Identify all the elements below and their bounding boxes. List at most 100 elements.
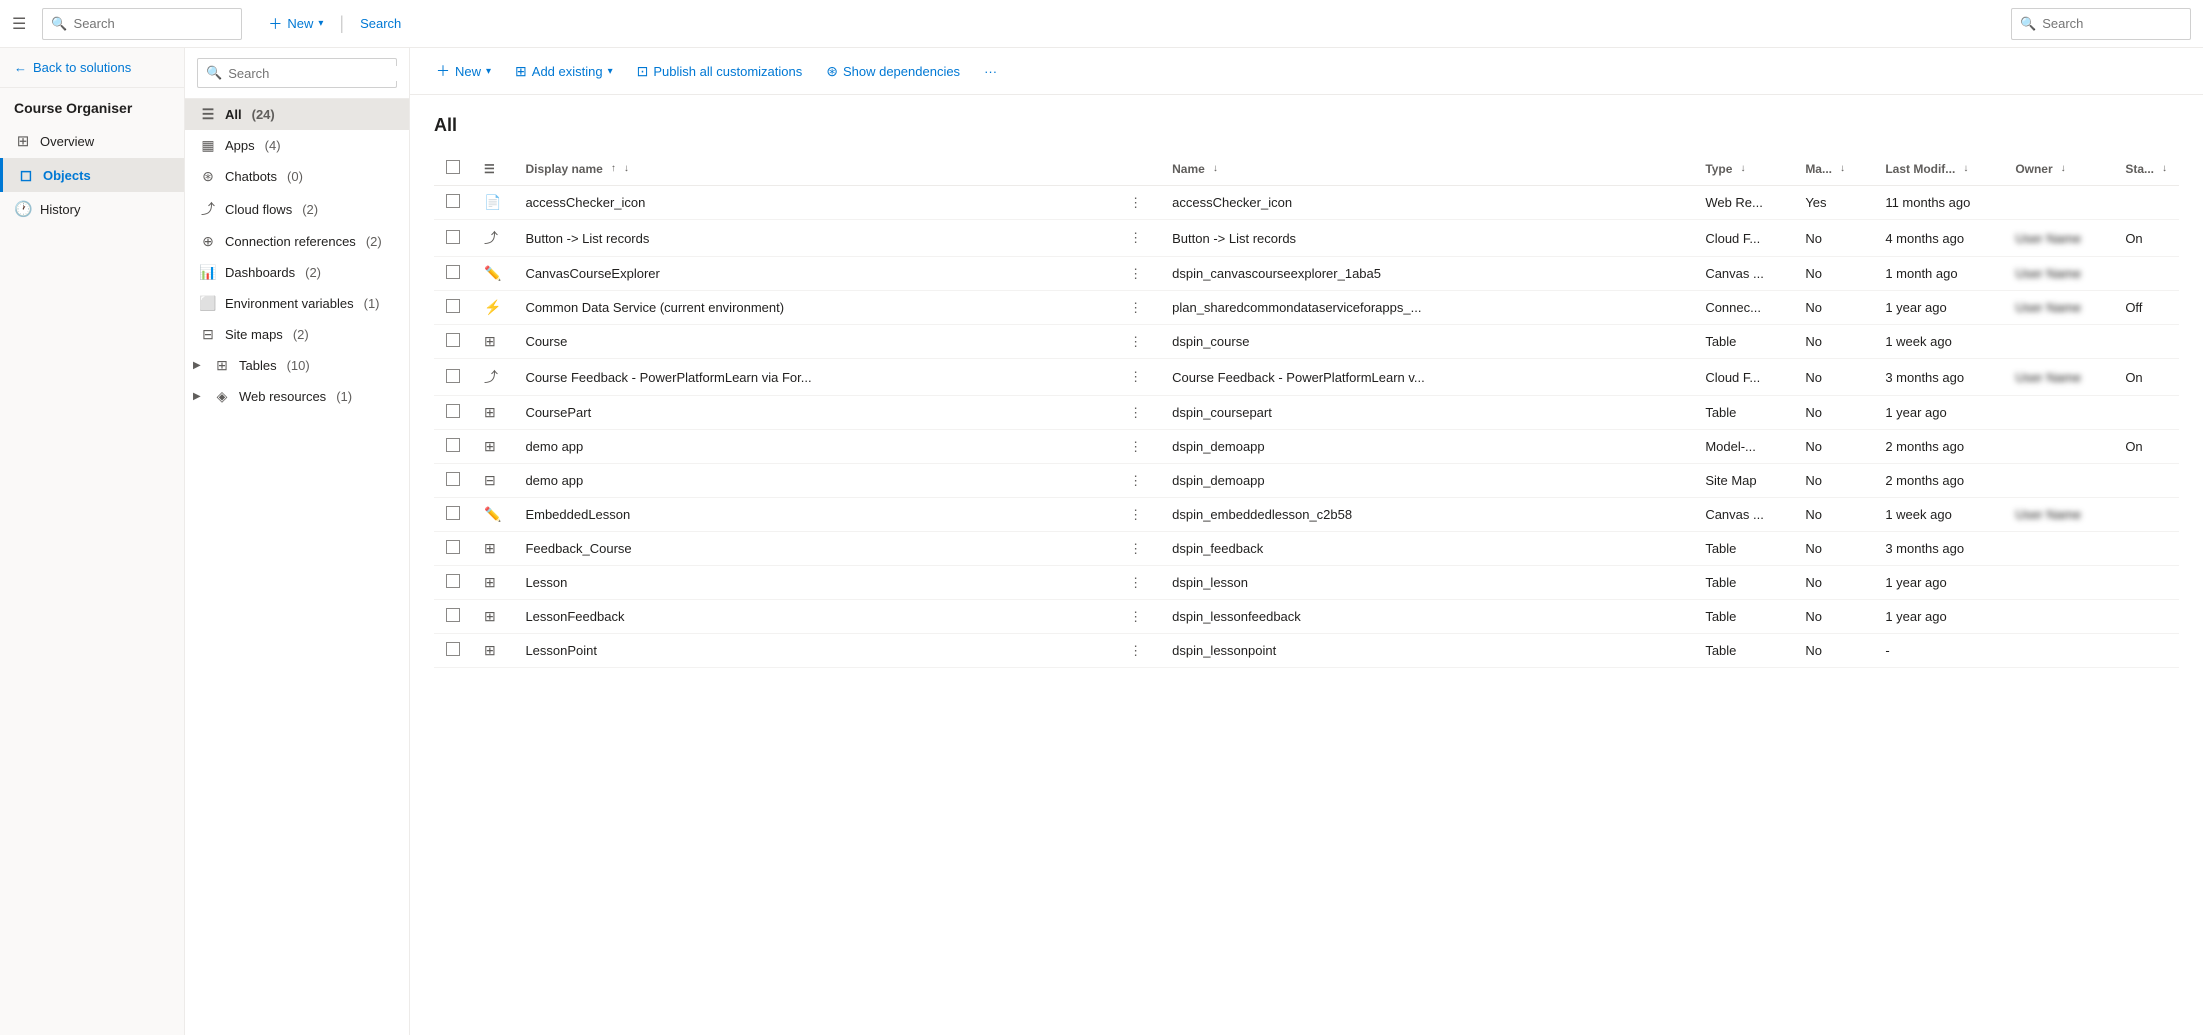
row-checkbox-cell[interactable]	[434, 257, 472, 291]
topbar-right-search-input[interactable]	[2042, 16, 2182, 31]
row-context-menu[interactable]: ⋮	[1123, 228, 1148, 247]
row-menu-cell[interactable]: ⋮	[1111, 532, 1160, 566]
row-checkbox-cell[interactable]	[434, 359, 472, 396]
row-menu-cell[interactable]: ⋮	[1111, 566, 1160, 600]
row-checkbox-cell[interactable]	[434, 396, 472, 430]
row-checkbox[interactable]	[446, 540, 460, 554]
row-checkbox-cell[interactable]	[434, 532, 472, 566]
row-menu-cell[interactable]: ⋮	[1111, 396, 1160, 430]
row-checkbox-cell[interactable]	[434, 220, 472, 257]
row-context-menu[interactable]: ⋮	[1123, 367, 1148, 386]
row-checkbox-cell[interactable]	[434, 291, 472, 325]
row-context-menu[interactable]: ⋮	[1123, 607, 1148, 626]
topbar-new-button[interactable]: ＋ New ▾	[258, 9, 333, 39]
obj-tree-site-maps[interactable]: ⊟ Site maps (2)	[185, 319, 409, 350]
obj-tree-connection-refs[interactable]: ⊕ Connection references (2)	[185, 226, 409, 257]
row-checkbox[interactable]	[446, 369, 460, 383]
row-checkbox[interactable]	[446, 404, 460, 418]
topbar-search-input[interactable]	[74, 16, 234, 31]
sidebar-item-objects[interactable]: ◻ Objects	[0, 158, 184, 192]
row-checkbox-cell[interactable]	[434, 498, 472, 532]
row-display-name[interactable]: CoursePart	[513, 396, 1111, 430]
th-display-name[interactable]: Display name ↑ ↓	[513, 152, 1111, 186]
row-display-name[interactable]: Feedback_Course	[513, 532, 1111, 566]
row-menu-cell[interactable]: ⋮	[1111, 464, 1160, 498]
row-display-name[interactable]: Course	[513, 325, 1111, 359]
th-managed[interactable]: Ma... ↓	[1793, 152, 1873, 186]
row-menu-cell[interactable]: ⋮	[1111, 634, 1160, 668]
row-checkbox[interactable]	[446, 608, 460, 622]
row-checkbox[interactable]	[446, 506, 460, 520]
content-add-existing-button[interactable]: ⊞ Add existing ▾	[505, 58, 623, 85]
row-menu-cell[interactable]: ⋮	[1111, 186, 1160, 220]
row-display-name[interactable]: demo app	[513, 464, 1111, 498]
row-checkbox-cell[interactable]	[434, 186, 472, 220]
row-checkbox-cell[interactable]	[434, 464, 472, 498]
row-display-name[interactable]: accessChecker_icon	[513, 186, 1111, 220]
th-owner[interactable]: Owner ↓	[2003, 152, 2113, 186]
obj-tree-chatbots[interactable]: ⊛ Chatbots (0)	[185, 161, 409, 192]
row-checkbox[interactable]	[446, 265, 460, 279]
row-checkbox[interactable]	[446, 472, 460, 486]
row-display-name[interactable]: Lesson	[513, 566, 1111, 600]
row-context-menu[interactable]: ⋮	[1123, 641, 1148, 660]
row-context-menu[interactable]: ⋮	[1123, 193, 1148, 212]
row-checkbox[interactable]	[446, 333, 460, 347]
row-context-menu[interactable]: ⋮	[1123, 539, 1148, 558]
row-checkbox-cell[interactable]	[434, 430, 472, 464]
row-display-name[interactable]: LessonPoint	[513, 634, 1111, 668]
obj-tree-cloud-flows[interactable]: ⤴ Cloud flows (2)	[185, 192, 409, 226]
obj-tree-all[interactable]: ☰ All (24)	[185, 99, 409, 130]
row-checkbox[interactable]	[446, 642, 460, 656]
row-display-name[interactable]: LessonFeedback	[513, 600, 1111, 634]
row-menu-cell[interactable]: ⋮	[1111, 600, 1160, 634]
row-checkbox[interactable]	[446, 438, 460, 452]
row-context-menu[interactable]: ⋮	[1123, 471, 1148, 490]
row-context-menu[interactable]: ⋮	[1123, 332, 1148, 351]
row-checkbox[interactable]	[446, 230, 460, 244]
content-publish-button[interactable]: ⊡ Publish all customizations	[627, 58, 813, 85]
obj-tree-web-resources[interactable]: ▶ ◈ Web resources (1)	[185, 381, 409, 412]
th-status[interactable]: Sta... ↓	[2113, 152, 2179, 186]
row-context-menu[interactable]: ⋮	[1123, 505, 1148, 524]
sidebar-item-overview[interactable]: ⊞ Overview	[0, 124, 184, 158]
row-display-name[interactable]: EmbeddedLesson	[513, 498, 1111, 532]
row-checkbox[interactable]	[446, 299, 460, 313]
topbar-search-right-button[interactable]: Search	[350, 11, 411, 36]
th-type[interactable]: Type ↓	[1693, 152, 1793, 186]
row-context-menu[interactable]: ⋮	[1123, 264, 1148, 283]
sidebar-item-history[interactable]: 🕐 History	[0, 192, 184, 226]
row-menu-cell[interactable]: ⋮	[1111, 257, 1160, 291]
row-display-name[interactable]: Common Data Service (current environment…	[513, 291, 1111, 325]
row-context-menu[interactable]: ⋮	[1123, 403, 1148, 422]
obj-tree-env-vars[interactable]: ⬜ Environment variables (1)	[185, 288, 409, 319]
row-display-name[interactable]: Button -> List records	[513, 220, 1111, 257]
row-menu-cell[interactable]: ⋮	[1111, 220, 1160, 257]
row-context-menu[interactable]: ⋮	[1123, 298, 1148, 317]
header-checkbox[interactable]	[446, 160, 460, 174]
back-to-solutions-link[interactable]: ← Back to solutions	[0, 48, 184, 88]
content-new-button[interactable]: ＋ New ▾	[426, 56, 501, 86]
row-context-menu[interactable]: ⋮	[1123, 573, 1148, 592]
row-display-name[interactable]: demo app	[513, 430, 1111, 464]
row-menu-cell[interactable]: ⋮	[1111, 498, 1160, 532]
obj-tree-apps[interactable]: ▦ Apps (4)	[185, 130, 409, 161]
row-display-name[interactable]: Course Feedback - PowerPlatformLearn via…	[513, 359, 1111, 396]
row-checkbox[interactable]	[446, 194, 460, 208]
row-context-menu[interactable]: ⋮	[1123, 437, 1148, 456]
obj-tree-tables[interactable]: ▶ ⊞ Tables (10)	[185, 350, 409, 381]
row-display-name[interactable]: CanvasCourseExplorer	[513, 257, 1111, 291]
th-checkbox[interactable]	[434, 152, 472, 186]
row-menu-cell[interactable]: ⋮	[1111, 359, 1160, 396]
row-checkbox[interactable]	[446, 574, 460, 588]
obj-tree-dashboards[interactable]: 📊 Dashboards (2)	[185, 257, 409, 288]
row-checkbox-cell[interactable]	[434, 325, 472, 359]
content-show-deps-button[interactable]: ⊛ Show dependencies	[816, 58, 970, 85]
row-checkbox-cell[interactable]	[434, 566, 472, 600]
row-menu-cell[interactable]: ⋮	[1111, 325, 1160, 359]
content-more-button[interactable]: ···	[974, 59, 1007, 84]
row-checkbox-cell[interactable]	[434, 634, 472, 668]
obj-search-input[interactable]	[228, 66, 404, 81]
row-menu-cell[interactable]: ⋮	[1111, 291, 1160, 325]
th-name[interactable]: Name ↓	[1160, 152, 1693, 186]
